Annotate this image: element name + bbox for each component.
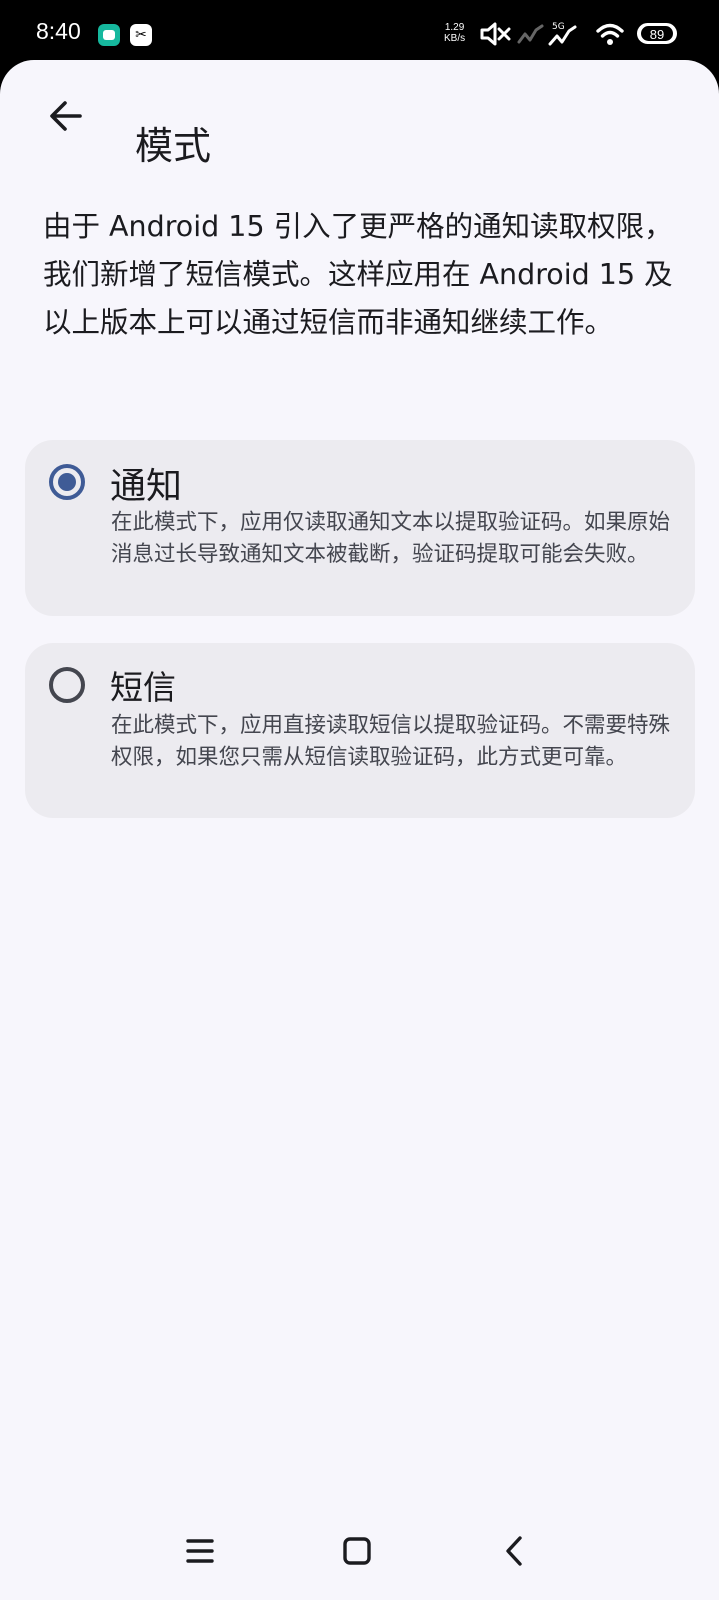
net-speed-unit: KB/s	[444, 33, 466, 44]
mute-icon	[480, 22, 511, 46]
mode-option-sms[interactable]: 短信 在此模式下，应用直接读取短信以提取验证码。不需要特殊权限，如果您只需从短信…	[25, 643, 695, 818]
signal-5g-icon	[548, 25, 577, 46]
battery-level: 89	[641, 26, 673, 42]
mode-screen: 模式 由于 Android 15 引入了更严格的通知读取权限，我们新增了短信模式…	[0, 60, 719, 1600]
intro-text: 由于 Android 15 引入了更严格的通知读取权限，我们新增了短信模式。这样…	[43, 210, 673, 339]
net-speed: 1.29 KB/s	[444, 22, 465, 44]
mode-option-notification[interactable]: 通知 在此模式下，应用仅读取通知文本以提取验证码。如果原始消息过长导致通知文本被…	[25, 440, 695, 616]
arrow-back-icon	[50, 101, 82, 131]
status-time: 8:40	[36, 18, 81, 44]
net-speed-value: 1.29	[444, 22, 465, 33]
status-bar: 8:40 ✂ 1.29 KB/s 5G 89	[0, 0, 719, 64]
mode-option-description: 在此模式下，应用仅读取通知文本以提取验证码。如果原始消息过长导致通知文本被截断，…	[111, 510, 671, 567]
home-icon[interactable]	[333, 1527, 381, 1575]
battery-icon: 89	[637, 23, 677, 44]
back-icon[interactable]	[490, 1527, 538, 1575]
wifi-icon	[596, 23, 624, 45]
mode-option-title: 短信	[110, 668, 176, 707]
back-button[interactable]	[38, 88, 94, 144]
radio-sms-unselected[interactable]	[49, 667, 85, 703]
chat-app-icon	[98, 24, 120, 46]
mode-option-description: 在此模式下，应用直接读取短信以提取验证码。不需要特殊权限，如果您只需从短信读取验…	[111, 713, 671, 770]
signal-icon	[517, 24, 544, 44]
system-nav-bar	[0, 1505, 719, 1600]
capcut-icon: ✂	[130, 24, 152, 46]
radio-notification-selected[interactable]	[49, 464, 85, 500]
page-title: 模式	[135, 124, 212, 169]
top-app-bar: 模式	[0, 60, 719, 172]
mode-option-title: 通知	[110, 466, 183, 507]
menu-icon[interactable]	[176, 1527, 224, 1575]
